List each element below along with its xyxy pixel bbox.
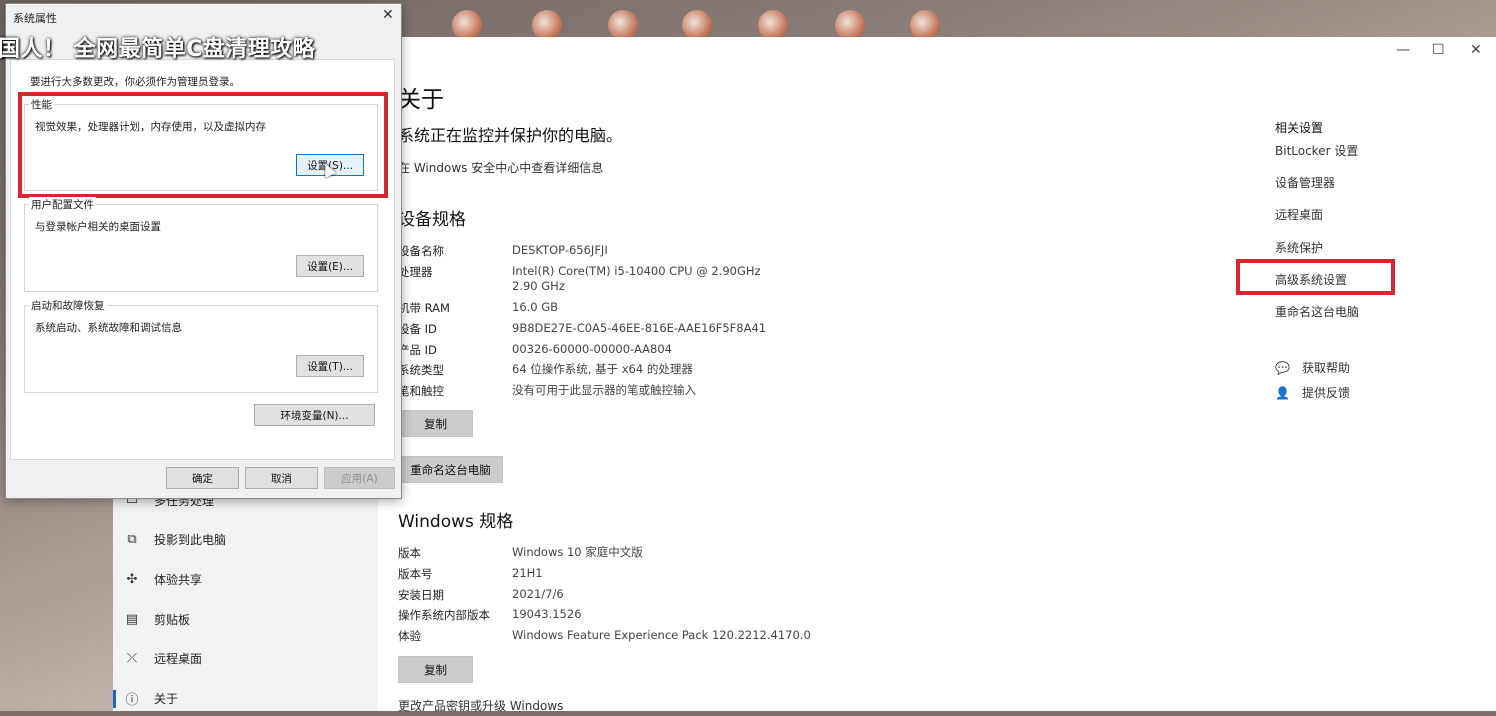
avatar — [910, 10, 940, 40]
spec-key: 处理器 — [398, 265, 433, 279]
help-chat-icon: 💬 — [1275, 360, 1290, 375]
spec-value: 21H1 — [512, 566, 543, 580]
security-center-link[interactable]: 在 Windows 安全中心中查看详细信息 — [398, 159, 603, 176]
spec-value: 19043.1526 — [512, 607, 582, 621]
spec-key: 版本 — [398, 546, 421, 560]
spec-key: 设备名称 — [398, 244, 444, 258]
video-overlay-title: 国人！ 全网最简单C盘清理攻略 — [0, 37, 316, 62]
avatar — [452, 10, 482, 40]
get-help-label: 获取帮助 — [1302, 361, 1351, 375]
avatar — [608, 10, 638, 40]
desktop-decor — [440, 8, 1060, 40]
device-specs-heading: 设备规格 — [398, 210, 466, 230]
apply-button[interactable]: 应用(A) — [324, 467, 395, 489]
copy-windows-button[interactable]: 复制 — [398, 656, 473, 683]
environment-variables-button[interactable]: 环境变量(N)... — [254, 404, 375, 426]
get-help-link[interactable]: 💬 获取帮助 — [1275, 359, 1350, 376]
sidebar-item-label: 关于 — [154, 691, 179, 706]
avatar — [835, 10, 865, 40]
spec-value: 16.0 GB — [512, 300, 559, 314]
sidebar-item-clipboard[interactable]: ▤ 剪贴板 — [123, 601, 373, 637]
user-profile-settings-button[interactable]: 设置(E)... — [296, 255, 364, 277]
give-feedback-link[interactable]: 👤 提供反馈 — [1275, 384, 1350, 401]
spec-value: 00326-60000-00000-AA804 — [512, 342, 672, 356]
system-properties-dialog: 系统属性 ✕ 要进行大多数更改，你必须作为管理员登录。 性能 视觉效果，处理器计… — [5, 3, 402, 499]
highlight-box — [1236, 259, 1395, 295]
sidebar-item-remote-desktop[interactable]: ⤫ 远程桌面 — [123, 640, 373, 676]
spec-key: 产品 ID — [398, 343, 437, 357]
spec-key: 系统类型 — [398, 363, 444, 377]
rename-pc-button[interactable]: 重命名这台电脑 — [398, 456, 503, 483]
spec-key: 笔和触控 — [398, 384, 444, 398]
cancel-button[interactable]: 取消 — [245, 467, 318, 489]
user-profile-group — [24, 204, 378, 292]
spec-value: Intel(R) Core(TM) i5-10400 CPU @ 2.90GHz… — [512, 264, 761, 293]
spec-value: 64 位操作系统, 基于 x64 的处理器 — [512, 362, 693, 376]
remote-desktop-link[interactable]: 远程桌面 — [1275, 206, 1323, 223]
close-button[interactable]: ✕ — [1470, 42, 1482, 58]
maximize-button[interactable]: ☐ — [1432, 42, 1445, 58]
minimize-button[interactable]: — — [1396, 42, 1410, 58]
sidebar-item-share[interactable]: ✣ 体验共享 — [123, 561, 373, 597]
startup-recovery-settings-button[interactable]: 设置(T)... — [296, 355, 364, 377]
upgrade-windows-link[interactable]: 更改产品密钥或升级 Windows — [398, 697, 563, 714]
sidebar-item-label: 投影到此电脑 — [154, 532, 227, 547]
startup-recovery-desc: 系统启动、系统故障和调试信息 — [35, 322, 182, 334]
user-profile-label: 用户配置文件 — [29, 197, 96, 212]
related-settings-heading: 相关设置 — [1275, 121, 1324, 135]
spec-key: 版本号 — [398, 567, 433, 581]
sidebar-item-label: 体验共享 — [154, 572, 203, 587]
spec-key: 安装日期 — [398, 588, 444, 602]
spec-key: 操作系统内部版本 — [398, 608, 490, 622]
user-profile-desc: 与登录帐户相关的桌面设置 — [35, 221, 161, 233]
rename-pc-link[interactable]: 重命名这台电脑 — [1275, 303, 1359, 320]
admin-note: 要进行大多数更改，你必须作为管理员登录。 — [30, 76, 240, 88]
project-icon: ⧉ — [127, 531, 137, 547]
info-icon: ⓘ — [125, 692, 139, 708]
share-icon: ✣ — [126, 571, 138, 587]
ok-button[interactable]: 确定 — [166, 467, 239, 489]
spec-key: 设备 ID — [398, 322, 437, 336]
give-feedback-label: 提供反馈 — [1302, 386, 1351, 400]
startup-recovery-label: 启动和故障恢复 — [29, 298, 107, 313]
spec-value: Windows Feature Experience Pack 120.2212… — [512, 628, 811, 642]
spec-value: DESKTOP-656JFJI — [512, 243, 608, 257]
dialog-title: 系统属性 — [13, 12, 57, 25]
avatar — [758, 10, 788, 40]
avatar — [532, 10, 562, 40]
spec-key: 体验 — [398, 629, 421, 643]
device-manager-link[interactable]: 设备管理器 — [1275, 174, 1335, 191]
protection-status: 系统正在监控并保护你的电脑。 — [398, 126, 623, 145]
startup-recovery-group — [24, 305, 378, 393]
windows-specs-heading: Windows 规格 — [398, 512, 514, 532]
copy-device-button[interactable]: 复制 — [398, 410, 473, 437]
spec-value: 9B8DE27E-C0A5-46EE-816E-AAE16F5F8A41 — [512, 321, 767, 335]
highlight-box — [18, 92, 388, 198]
clipboard-icon: ▤ — [125, 611, 139, 627]
spec-value: 没有可用于此显示器的笔或触控输入 — [512, 383, 696, 397]
page-title: 关于 — [398, 87, 444, 113]
bitlocker-link[interactable]: BitLocker 设置 — [1275, 142, 1358, 159]
remote-desktop-icon: ⤫ — [126, 650, 138, 666]
sidebar-item-project[interactable]: ⧉ 投影到此电脑 — [123, 521, 373, 557]
spec-value: Windows 10 家庭中文版 — [512, 545, 643, 559]
spec-value: 2021/7/6 — [512, 587, 564, 601]
sidebar-item-label: 远程桌面 — [154, 651, 203, 666]
spec-key: 机带 RAM — [398, 301, 450, 315]
close-icon[interactable]: ✕ — [382, 7, 394, 23]
system-protection-link[interactable]: 系统保护 — [1275, 239, 1323, 256]
avatar — [682, 10, 712, 40]
feedback-icon: 👤 — [1275, 385, 1290, 400]
sidebar-item-label: 剪贴板 — [154, 612, 191, 627]
